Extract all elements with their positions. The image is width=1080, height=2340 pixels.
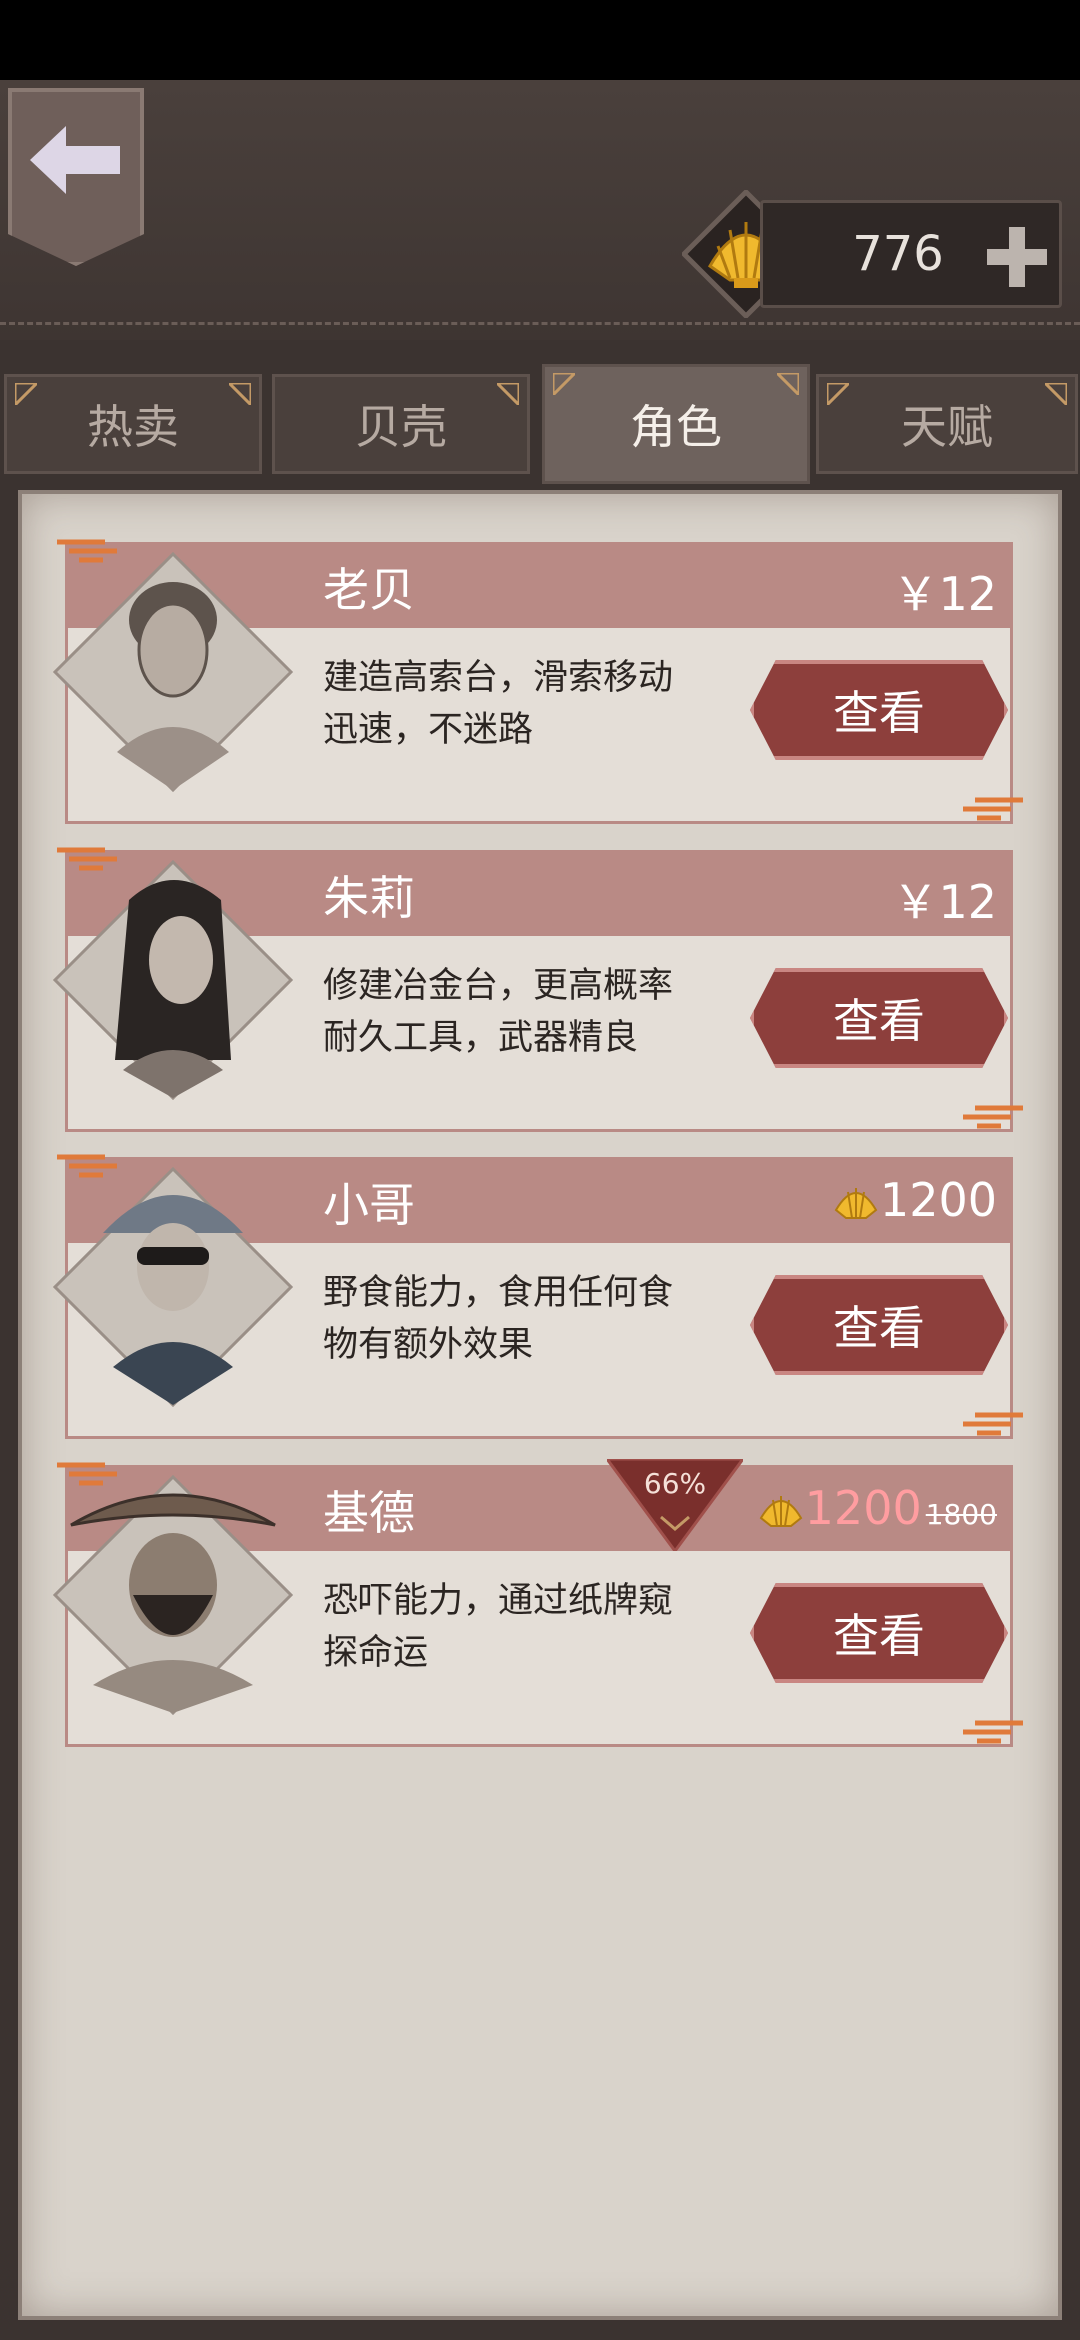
tab-bar: 热卖 贝壳 角色 天赋 — [0, 360, 1080, 484]
character-portrait-zhuli — [53, 860, 293, 1100]
character-name: 基德 — [323, 1486, 415, 1540]
tab-label: 角色 — [630, 400, 722, 454]
discount-value: 66% — [643, 1467, 707, 1500]
swirl-ornament-icon — [57, 539, 117, 563]
character-card: 朱莉 ￥12 修建冶金台，更高概率耐久工具，武器精良 查看 — [53, 847, 1023, 1140]
swirl-ornament-icon — [963, 797, 1023, 821]
tab-talents[interactable]: 天赋 — [816, 374, 1078, 474]
stitch-divider — [0, 322, 1080, 325]
character-card: 小哥 1200 野食能力，食用任何食物有额外效果 查看 — [53, 1154, 1023, 1447]
swirl-ornament-icon — [963, 1105, 1023, 1129]
corner-ornament-icon — [827, 383, 849, 405]
corner-ornament-icon — [777, 373, 799, 395]
discount-badge: 66% — [604, 1457, 746, 1554]
corner-ornament-icon — [15, 383, 37, 405]
character-portrait-xiaoge — [53, 1167, 293, 1407]
character-price: ￥12 — [892, 875, 997, 929]
tab-label: 天赋 — [901, 400, 993, 454]
swirl-ornament-icon — [963, 1412, 1023, 1436]
character-price: 1200 — [832, 1173, 997, 1228]
view-button[interactable]: 查看 — [750, 660, 1008, 760]
character-description: 修建冶金台，更高概率耐久工具，武器精良 — [323, 966, 674, 1058]
swirl-ornament-icon — [57, 1462, 117, 1486]
character-card: 老贝 ￥12 建造高索台，滑索移动迅速，不迷路 查看 — [53, 539, 1023, 832]
original-price: 1800 — [925, 1498, 997, 1531]
character-card: 基德 66% 1200 1800 恐吓能力，通过纸牌窥探命运 查看 — [53, 1457, 1023, 1755]
price-value: 1200 — [879, 1173, 997, 1227]
corner-ornament-icon — [1045, 383, 1067, 405]
character-name: 老贝 — [323, 563, 415, 617]
swirl-ornament-icon — [57, 847, 117, 871]
back-arrow-icon — [30, 126, 120, 194]
swirl-ornament-icon — [57, 1154, 117, 1178]
tab-label: 热卖 — [87, 400, 179, 454]
tab-hot[interactable]: 热卖 — [4, 374, 262, 474]
swirl-ornament-icon — [963, 1720, 1023, 1744]
character-name: 朱莉 — [323, 871, 415, 925]
shell-icon — [834, 1187, 878, 1219]
character-name: 小哥 — [323, 1178, 415, 1232]
character-price: 1200 1800 — [757, 1481, 997, 1536]
back-button[interactable] — [8, 88, 144, 266]
status-bar — [0, 0, 1080, 80]
add-shells-button[interactable] — [985, 225, 1049, 289]
character-description: 野食能力，食用任何食物有额外效果 — [323, 1273, 674, 1365]
view-button[interactable]: 查看 — [750, 1275, 1008, 1375]
character-description: 恐吓能力，通过纸牌窥探命运 — [323, 1581, 674, 1673]
shell-counter: 776 — [760, 200, 1062, 308]
tab-characters[interactable]: 角色 — [542, 364, 810, 484]
character-portrait-laobei — [53, 552, 293, 792]
character-description: 建造高索台，滑索移动迅速，不迷路 — [323, 658, 674, 750]
tab-shells[interactable]: 贝壳 — [272, 374, 530, 474]
corner-ornament-icon — [497, 383, 519, 405]
view-button[interactable]: 查看 — [750, 968, 1008, 1068]
character-portrait-jide — [53, 1475, 293, 1715]
tab-label: 贝壳 — [355, 400, 447, 454]
corner-ornament-icon — [553, 373, 575, 395]
corner-ornament-icon — [229, 383, 251, 405]
view-button[interactable]: 查看 — [750, 1583, 1008, 1683]
shell-count: 776 — [852, 226, 944, 282]
sale-price: 1200 — [804, 1481, 922, 1535]
shell-icon — [759, 1495, 802, 1527]
character-price: ￥12 — [892, 567, 997, 621]
